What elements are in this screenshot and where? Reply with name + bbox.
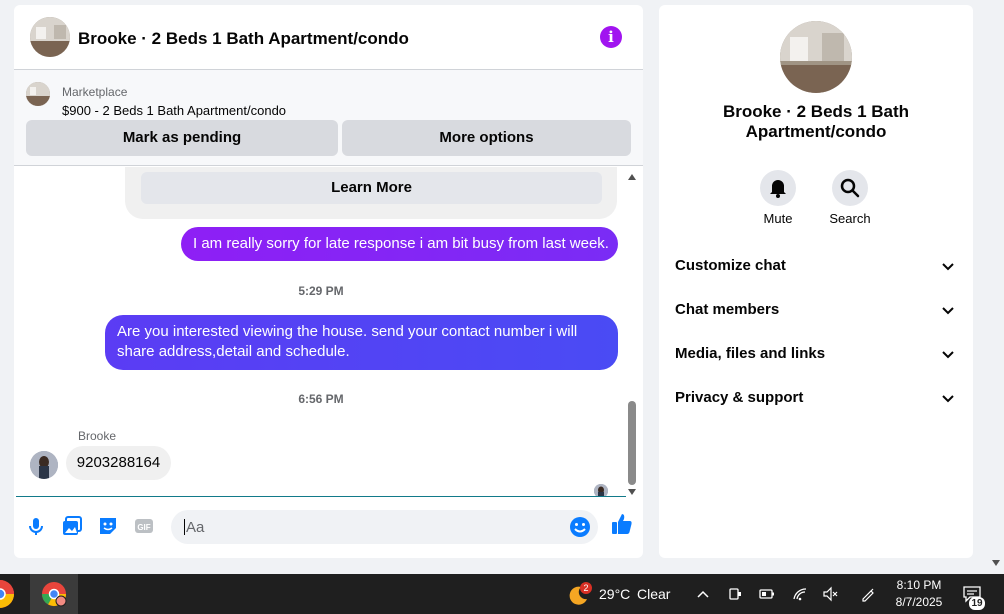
outgoing-message[interactable]: I am really sorry for late response i am… [181,227,618,261]
outgoing-message[interactable]: Are you interested viewing the house. se… [105,315,618,370]
weather-badge: 2 [580,582,592,594]
section-privacy-support[interactable]: Privacy & support [659,376,973,420]
conversation-title[interactable]: Brooke · 2 Beds 1 Bath Apartment/condo [78,29,409,49]
learn-more-button[interactable]: Learn More [141,172,602,204]
conversation-info-panel: Brooke · 2 Beds 1 Bath Apartment/condo M… [659,5,973,558]
taskbar-clock[interactable]: 8:10 PM 8/7/2025 [880,577,958,611]
battery-icon[interactable] [759,586,775,602]
section-label: Customize chat [675,257,786,274]
chrome-profile-app-icon[interactable] [40,580,68,608]
clock-time: 8:10 PM [896,578,942,592]
bell-icon [770,180,786,198]
more-options-button[interactable]: More options [342,120,631,156]
chevron-down-icon [942,395,954,403]
text-caret [184,519,185,535]
mark-as-pending-button[interactable]: Mark as pending [26,120,338,156]
page-scroll-down-arrow[interactable] [992,560,1000,566]
message-timestamp: 6:56 PM [298,392,344,406]
marketplace-label: Marketplace [62,85,128,99]
chevron-down-icon [942,307,954,315]
section-chat-members[interactable]: Chat members [659,288,973,332]
taskbar: 2 29°C Clear 8:10 PM 8/7/2025 19 [0,574,1004,614]
chevron-down-icon [942,351,954,359]
wifi-icon[interactable] [792,586,808,602]
meet-now-icon[interactable] [727,586,743,602]
conversation-avatar[interactable] [30,17,70,57]
weather-condition[interactable]: Clear [637,586,670,602]
section-label: Media, files and links [675,345,826,362]
listing-thumbnail[interactable] [26,82,50,106]
conversation-name: Brooke · 2 Beds 1 Bath Apartment/condo [722,102,910,141]
microphone-icon[interactable] [25,515,47,537]
chevron-down-icon [942,263,954,271]
seen-indicator-avatar [594,484,608,496]
mute-label: Mute [763,211,793,226]
listing-title[interactable]: $900 - 2 Beds 1 Bath Apartment/condo [62,103,286,118]
image-icon[interactable] [61,515,83,537]
section-label: Chat members [675,301,780,318]
search-icon [840,178,860,198]
incoming-message[interactable]: 9203288164 [66,446,171,480]
search-button[interactable] [832,170,868,206]
volume-muted-icon[interactable] [822,586,838,602]
message-input-placeholder: Aa [186,519,205,536]
marketplace-listing-box: Marketplace $900 - 2 Beds 1 Bath Apartme… [14,70,643,166]
notification-count-badge: 19 [969,597,985,610]
info-icon[interactable]: i [600,26,622,48]
message-composer: GIF Aa [14,497,643,558]
message-timestamp: 5:29 PM [298,284,344,298]
mute-button[interactable] [760,170,796,206]
temperature[interactable]: 29°C [599,586,630,602]
scroll-down-arrow[interactable] [628,489,636,495]
clock-date: 8/7/2025 [895,595,943,609]
chat-panel: Brooke · 2 Beds 1 Bath Apartment/condo i… [14,5,643,558]
search-label: Search [829,211,871,226]
scroll-up-arrow[interactable] [628,174,636,180]
section-media-files-links[interactable]: Media, files and links [659,332,973,376]
section-label: Privacy & support [675,389,804,406]
conversation-avatar-large[interactable] [780,21,852,93]
scrollbar-thumb[interactable] [628,401,636,485]
sender-name: Brooke [78,429,117,443]
chat-header: Brooke · 2 Beds 1 Bath Apartment/condo i [14,5,643,70]
sender-avatar[interactable] [30,451,58,479]
thumbs-up-icon[interactable] [610,512,634,536]
message-list[interactable]: Learn More I am really sorry for late re… [14,167,643,496]
pen-icon[interactable] [860,586,876,602]
message-input[interactable]: Aa [171,510,598,544]
section-customize-chat[interactable]: Customize chat [659,244,973,288]
emoji-icon[interactable] [569,516,591,538]
sticker-icon[interactable] [97,515,119,537]
chrome-app-icon[interactable] [0,580,14,608]
chevron-up-icon[interactable] [695,586,711,602]
svg-text:GIF: GIF [137,523,150,532]
gif-icon[interactable]: GIF [133,515,155,537]
message-card: Learn More [125,167,617,219]
